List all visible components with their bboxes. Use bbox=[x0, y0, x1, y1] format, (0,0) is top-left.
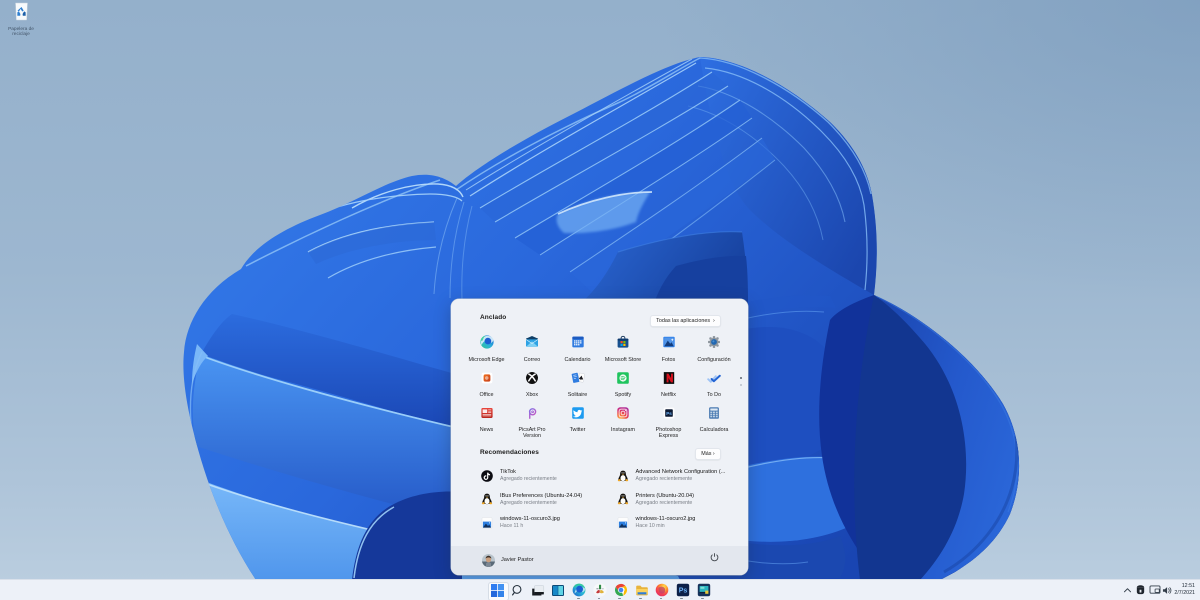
svg-text:Ps: Ps bbox=[666, 410, 672, 415]
svg-text:Ps: Ps bbox=[678, 588, 687, 595]
